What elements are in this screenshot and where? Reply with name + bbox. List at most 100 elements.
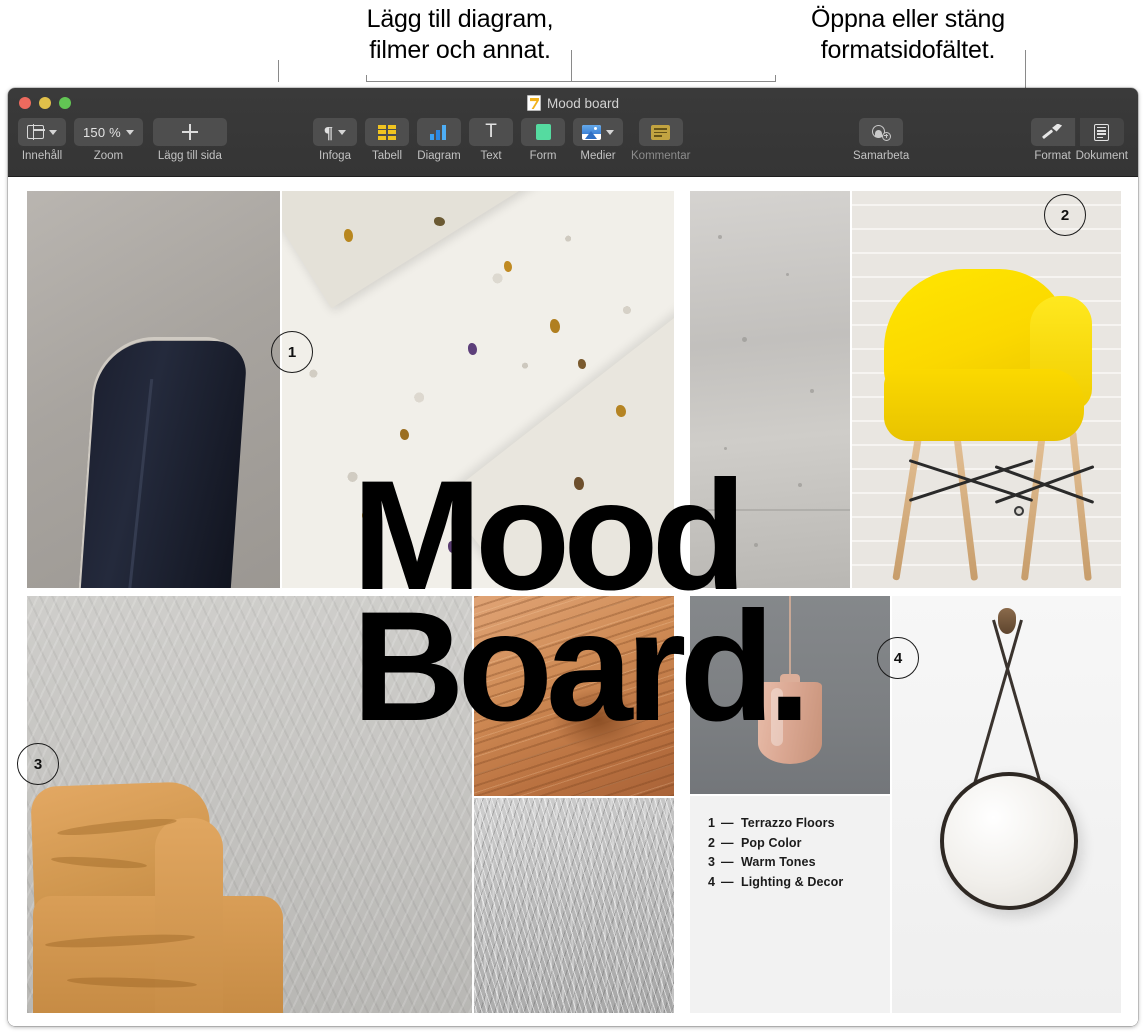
view-content-control[interactable]: Innehåll xyxy=(18,118,66,162)
keynote-window: Mood board Innehåll 150 % Zoom Lägg till… xyxy=(8,88,1138,1026)
callout-leader-vertical-center xyxy=(278,60,279,82)
comment-control[interactable]: Kommentar xyxy=(631,118,690,162)
table-icon xyxy=(378,124,396,140)
table-label: Tabell xyxy=(371,150,403,162)
legend-label: Lighting & Decor xyxy=(741,874,844,889)
toolbar-collaborate-group: Samarbeta xyxy=(853,118,909,162)
zoom-value: 150 % xyxy=(83,124,121,140)
insert-button[interactable]: ¶ xyxy=(313,118,357,146)
legend-list: 1 — Terrazzo Floors 2 — Pop Color 3 — Wa… xyxy=(708,814,843,892)
dark-leather-chair-photo[interactable] xyxy=(27,191,280,588)
toolbar-right-group: Format Dokument xyxy=(1030,118,1128,162)
table-button[interactable] xyxy=(365,118,409,146)
document-button[interactable] xyxy=(1079,118,1124,146)
sidebar-panel-icon xyxy=(27,124,45,140)
text-t-icon: T xyxy=(485,121,497,142)
format-label: Format xyxy=(1034,150,1071,162)
window-title-bar: Mood board xyxy=(8,95,1138,111)
legend-dash: — xyxy=(721,874,734,889)
chart-label: Diagram xyxy=(417,150,461,162)
shape-square-icon xyxy=(535,124,551,140)
pilcrow-icon: ¶ xyxy=(323,122,334,142)
zoom-button[interactable]: 150 % xyxy=(74,118,143,146)
toolbar-insert-group: ¶ Infoga Tabell Diagram T Text Form Medi… xyxy=(313,118,690,162)
document-icon xyxy=(1094,123,1110,141)
insert-label: Infoga xyxy=(319,150,351,162)
legend-dash: — xyxy=(721,816,734,830)
yellow-eames-chair-photo[interactable] xyxy=(852,191,1121,588)
callout-label-format-sidebar: Öppna eller stäng formatsidofältet. xyxy=(811,5,1005,64)
callout-leader-bracket-left-tick xyxy=(366,75,367,82)
zoom-control[interactable]: 150 % Zoom xyxy=(74,118,143,162)
legend-number: 3 xyxy=(708,855,716,869)
legend-label: Terrazzo Floors xyxy=(741,816,835,830)
media-control[interactable]: Medier xyxy=(573,118,623,162)
tan-leather-sofa-photo[interactable] xyxy=(27,596,472,1013)
screenshot-root: Lägg till diagram, filmer och annat. Öpp… xyxy=(0,0,1146,1035)
text-control[interactable]: T Text xyxy=(469,118,513,162)
keynote-document-icon xyxy=(526,95,541,111)
callout-bubble-2: 2 xyxy=(1044,194,1086,236)
chevron-down-icon xyxy=(606,129,614,135)
list-item: 2 — Pop Color xyxy=(708,834,843,854)
shape-control[interactable]: Form xyxy=(521,118,565,162)
text-button[interactable]: T xyxy=(469,118,513,146)
bar-chart-icon xyxy=(430,124,448,140)
chart-control[interactable]: Diagram xyxy=(417,118,461,162)
media-photo-icon xyxy=(582,124,601,140)
toolbar-left-group: Innehåll 150 % Zoom Lägg till sida xyxy=(18,118,227,162)
media-button[interactable] xyxy=(573,118,623,146)
format-brush-icon xyxy=(1041,123,1063,141)
round-hanging-mirror-photo[interactable] xyxy=(892,596,1121,1013)
legend-number: 1 xyxy=(708,816,716,830)
add-person-icon xyxy=(871,124,892,141)
text-label: Text xyxy=(480,150,502,162)
legend-label: Warm Tones xyxy=(741,855,816,869)
legend-dash: — xyxy=(721,855,734,869)
toolbar-items: Innehåll 150 % Zoom Lägg till sida ¶ Inf… xyxy=(8,118,1138,176)
table-control[interactable]: Tabell xyxy=(365,118,409,162)
chevron-down-icon xyxy=(125,129,134,135)
callout-bubble-1: 1 xyxy=(271,331,313,373)
collaborate-label: Samarbeta xyxy=(853,150,910,162)
grey-fur-texture-photo[interactable] xyxy=(474,798,674,1013)
format-button[interactable] xyxy=(1030,118,1075,146)
collaborate-button[interactable] xyxy=(859,118,904,146)
list-item: 1 — Terrazzo Floors xyxy=(708,814,843,834)
shape-button[interactable] xyxy=(521,118,565,146)
legend-text-block[interactable]: 1 — Terrazzo Floors 2 — Pop Color 3 — Wa… xyxy=(690,796,890,1013)
document-control[interactable]: Dokument xyxy=(1076,118,1128,162)
chart-button[interactable] xyxy=(417,118,461,146)
zoom-label: Zoom xyxy=(93,150,124,162)
legend-number: 4 xyxy=(708,874,716,889)
view-content-button[interactable] xyxy=(18,118,66,146)
add-slide-button[interactable] xyxy=(152,118,227,146)
add-slide-label: Lägg till sida xyxy=(157,150,222,162)
insert-control[interactable]: ¶ Infoga xyxy=(313,118,357,162)
wood-grain-photo[interactable] xyxy=(474,596,674,796)
pink-pendant-lamp-photo[interactable] xyxy=(690,596,890,794)
terrazzo-slab-photo[interactable] xyxy=(282,191,674,588)
chevron-down-icon xyxy=(338,129,347,135)
legend-number: 2 xyxy=(708,835,716,850)
comment-icon xyxy=(651,124,671,140)
list-item: 4 — Lighting & Decor xyxy=(708,873,843,893)
comment-label: Kommentar xyxy=(631,150,691,162)
collaborate-control[interactable]: Samarbeta xyxy=(853,118,909,162)
view-content-label: Innehåll xyxy=(21,150,63,162)
callout-bubble-4: 4 xyxy=(877,637,919,679)
document-label: Dokument xyxy=(1075,150,1128,162)
concrete-wall-photo[interactable] xyxy=(690,191,850,588)
format-control[interactable]: Format xyxy=(1030,118,1075,162)
callout-bubble-3: 3 xyxy=(17,743,59,785)
chevron-down-icon xyxy=(49,129,57,135)
slide-canvas[interactable]: 1 — Terrazzo Floors 2 — Pop Color 3 — Wa… xyxy=(8,177,1138,1026)
shape-label: Form xyxy=(529,150,557,162)
comment-button[interactable] xyxy=(638,118,683,146)
add-slide-control[interactable]: Lägg till sida xyxy=(152,118,227,162)
plus-icon xyxy=(181,124,198,140)
window-toolbar: Mood board Innehåll 150 % Zoom Lägg till… xyxy=(8,88,1138,177)
slide-content[interactable]: 1 — Terrazzo Floors 2 — Pop Color 3 — Wa… xyxy=(27,191,1121,1013)
document-title[interactable]: Mood board xyxy=(547,96,619,111)
list-item: 3 — Warm Tones xyxy=(708,853,843,873)
